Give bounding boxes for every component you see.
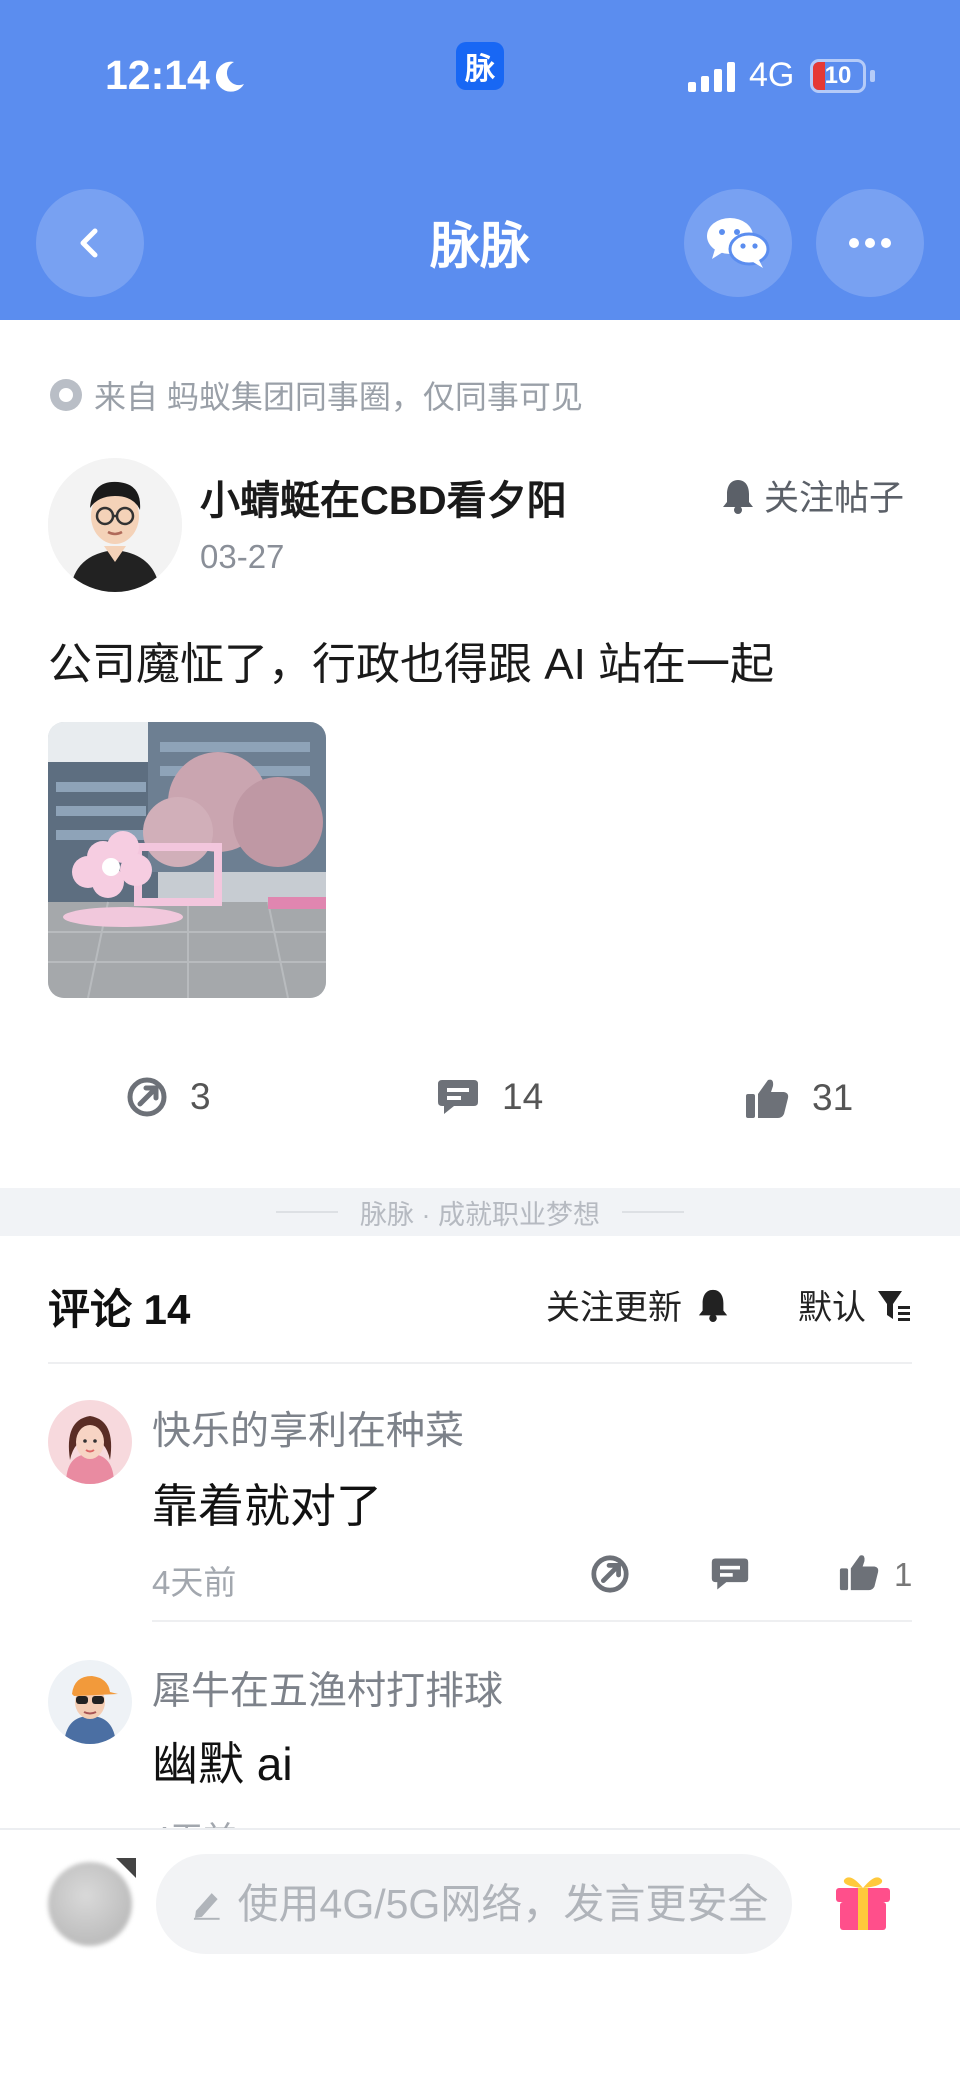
reply-icon[interactable] bbox=[710, 1554, 750, 1594]
comment-like-count: 1 bbox=[894, 1556, 913, 1593]
moon-icon bbox=[215, 61, 244, 92]
network-type: 4G bbox=[749, 56, 795, 94]
comments-divider bbox=[48, 1362, 912, 1364]
battery-level: 10 bbox=[824, 62, 852, 89]
commenter-avatar[interactable] bbox=[48, 1400, 132, 1484]
more-horizontal-icon bbox=[849, 238, 891, 248]
comment-time: 4天前 bbox=[152, 1564, 237, 1601]
circle-dot-icon bbox=[50, 379, 82, 411]
post-source: 来自 蚂蚁集团同事圈，仅同事可见 bbox=[48, 372, 583, 418]
slogan-text: 脉脉 · 成就职业梦想 bbox=[360, 1199, 600, 1230]
follow-post-button[interactable]: 关注帖子 bbox=[720, 470, 904, 521]
battery-tip bbox=[870, 70, 875, 82]
filter-icon bbox=[878, 1290, 910, 1321]
share-icon bbox=[127, 1077, 167, 1117]
share-wechat-button[interactable] bbox=[684, 189, 792, 297]
post-date: 03-27 bbox=[200, 538, 285, 575]
bell-icon bbox=[698, 1289, 728, 1322]
commenter-avatar-illustration bbox=[48, 1400, 132, 1484]
pen-icon bbox=[193, 1893, 220, 1920]
share-count: 3 bbox=[190, 1076, 211, 1117]
follow-post-label: 关注帖子 bbox=[764, 479, 905, 518]
comment-input-box[interactable] bbox=[156, 1854, 792, 1954]
comment-text: 靠着就对了 bbox=[152, 1480, 382, 1532]
author-avatar[interactable] bbox=[48, 458, 182, 592]
comment-input[interactable] bbox=[235, 1879, 792, 1929]
commenter-name[interactable]: 犀牛在五渔村打排球 bbox=[152, 1660, 503, 1716]
commenter-avatar[interactable] bbox=[48, 1660, 132, 1744]
comment-count: 14 bbox=[502, 1076, 544, 1117]
comment-action[interactable]: 14 bbox=[436, 1076, 543, 1118]
author-name[interactable]: 小蜻蜓在CBD看夕阳 bbox=[200, 468, 567, 526]
commenter-name[interactable]: 快乐的享利在种菜 bbox=[152, 1400, 464, 1456]
thumbs-up-icon bbox=[746, 1079, 789, 1118]
share-icon[interactable] bbox=[590, 1554, 630, 1594]
top-header: 12:14 脉 4G 10 脉脉 bbox=[0, 0, 960, 320]
comment-icon bbox=[438, 1080, 478, 1114]
comment-text: 幽默 ai bbox=[152, 1738, 293, 1790]
sort-label: 默认 bbox=[798, 1289, 866, 1327]
like-action[interactable]: 31 bbox=[744, 1076, 853, 1120]
gift-icon bbox=[836, 1877, 890, 1930]
thumbs-up-icon[interactable] bbox=[838, 1552, 880, 1592]
post-source-text: 来自 蚂蚁集团同事圈，仅同事可见 bbox=[94, 379, 583, 415]
sort-dropdown[interactable]: 默认 bbox=[798, 1280, 912, 1329]
battery-icon: 10 bbox=[810, 59, 866, 93]
app-badge-icon: 脉 bbox=[456, 42, 504, 90]
post-text: 公司魔怔了，行政也得跟 AI 站在一起 bbox=[48, 640, 775, 689]
follow-updates-label: 关注更新 bbox=[546, 1289, 682, 1327]
like-count: 31 bbox=[812, 1077, 854, 1118]
follow-updates-button[interactable]: 关注更新 bbox=[546, 1280, 730, 1329]
post-photo-illustration bbox=[48, 722, 326, 998]
signal-icon bbox=[688, 62, 735, 92]
share-action[interactable]: 3 bbox=[126, 1076, 211, 1118]
status-time: 12:14 bbox=[105, 52, 210, 98]
comment-divider bbox=[152, 1620, 912, 1622]
more-button[interactable] bbox=[816, 189, 924, 297]
commenter-avatar-illustration bbox=[48, 1660, 132, 1744]
wechat-icon bbox=[707, 218, 770, 268]
comments-title: 评论 14 bbox=[48, 1286, 191, 1333]
post-image[interactable] bbox=[48, 722, 326, 998]
author-avatar-illustration bbox=[48, 458, 182, 592]
gift-button[interactable] bbox=[830, 1868, 896, 1939]
avatar-corner-badge bbox=[116, 1858, 136, 1878]
bell-icon bbox=[723, 479, 753, 514]
slogan-divider: 脉脉 · 成就职业梦想 bbox=[0, 1188, 960, 1236]
